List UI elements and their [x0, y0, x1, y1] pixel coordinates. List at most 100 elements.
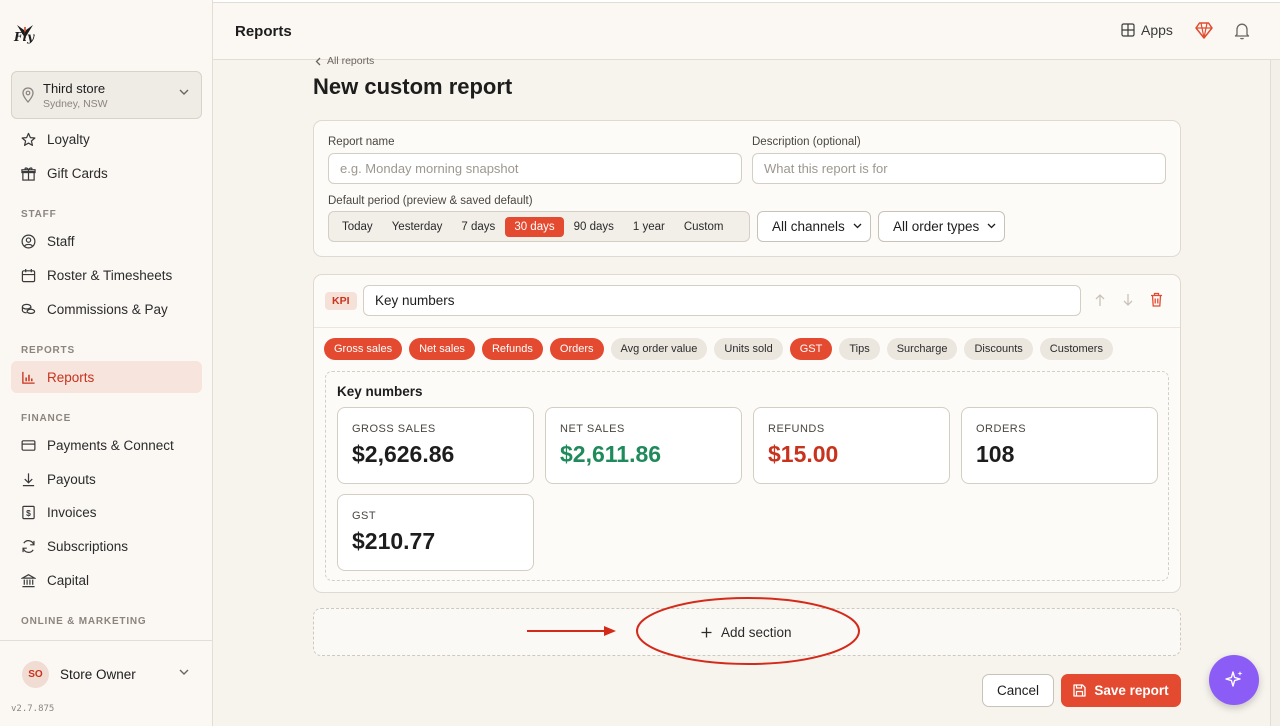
kpi-value: 108	[976, 441, 1015, 467]
move-down-icon[interactable]	[1122, 293, 1134, 307]
period-selector: Today Yesterday 7 days 30 days 90 days 1…	[328, 211, 750, 242]
metric-chip-gross-sales[interactable]: Gross sales	[324, 338, 403, 360]
apps-label: Apps	[1141, 22, 1173, 38]
kpi-label: NET SALES	[560, 423, 625, 435]
metric-chip-orders[interactable]: Orders	[549, 338, 604, 360]
sidebar-item-staff[interactable]: Staff	[11, 225, 202, 257]
store-name: Third store	[43, 81, 106, 96]
user-name: Store Owner	[60, 667, 136, 682]
kpi-value: $210.77	[352, 528, 436, 554]
page-title: New custom report	[313, 74, 513, 99]
period-7-days[interactable]: 7 days	[452, 217, 504, 237]
save-report-label: Save report	[1094, 683, 1169, 698]
sidebar-item-payments[interactable]: Payments & Connect	[11, 429, 202, 461]
nav-heading-finance: FINANCE	[21, 413, 72, 424]
channel-select[interactable]: All channels	[757, 211, 871, 242]
breadcrumb[interactable]: All reports	[315, 55, 374, 67]
coins-icon	[21, 303, 36, 314]
sidebar-item-label: Invoices	[47, 504, 97, 520]
sidebar-item-label: Loyalty	[47, 131, 90, 147]
metric-chip-avg-order-value[interactable]: Avg order value	[610, 338, 708, 360]
metric-chips: Gross sales Net sales Refunds Orders Avg…	[324, 338, 1120, 360]
trash-icon[interactable]	[1150, 292, 1163, 307]
save-icon	[1073, 684, 1086, 697]
star-icon	[21, 132, 36, 146]
sidebar-item-commissions[interactable]: Commissions & Pay	[11, 293, 202, 325]
breadcrumb-link[interactable]: All reports	[327, 55, 374, 67]
avatar: SO	[22, 661, 49, 688]
metric-chip-discounts[interactable]: Discounts	[964, 338, 1033, 360]
period-label: Default period (preview & saved default)	[328, 195, 533, 207]
cancel-button[interactable]: Cancel	[982, 674, 1054, 707]
metric-chip-gst[interactable]: GST	[789, 338, 833, 360]
kpi-label: GROSS SALES	[352, 423, 436, 435]
kpi-label: REFUNDS	[768, 423, 825, 435]
metric-chip-tips[interactable]: Tips	[839, 338, 880, 360]
refresh-icon	[22, 539, 35, 553]
section-name-input[interactable]: Key numbers	[363, 285, 1081, 316]
sidebar-item-label: Subscriptions	[47, 538, 129, 554]
report-name-input[interactable]: e.g. Monday morning snapshot	[328, 153, 742, 184]
sidebar-item-reports[interactable]: Reports	[11, 361, 202, 393]
header-title: Reports	[235, 23, 292, 40]
order-type-select[interactable]: All order types	[878, 211, 1005, 242]
sidebar-item-invoices[interactable]: $ Invoices	[11, 496, 202, 528]
nav-heading-staff: STAFF	[21, 209, 57, 220]
kpi-card-gst: GST $210.77	[337, 494, 534, 571]
calendar-icon	[21, 268, 36, 282]
period-custom[interactable]: Custom	[675, 217, 733, 237]
user-menu[interactable]: SO Store Owner v2.7.875	[0, 640, 212, 726]
chevron-down-icon	[853, 223, 862, 229]
metric-chip-net-sales[interactable]: Net sales	[409, 338, 475, 360]
sidebar-item-label: Commissions & Pay	[47, 301, 168, 317]
order-type-value: All order types	[893, 219, 980, 234]
sidebar-item-label: Payments & Connect	[47, 437, 174, 453]
sidebar-item-gift-cards[interactable]: Gift Cards	[11, 157, 202, 189]
move-up-icon[interactable]	[1094, 293, 1106, 307]
kpi-value: $2,611.86	[560, 441, 662, 467]
sidebar-item-capital[interactable]: Capital	[11, 564, 202, 596]
bell-icon[interactable]	[1234, 22, 1250, 40]
sidebar-item-subscriptions[interactable]: Subscriptions	[11, 530, 202, 562]
invoice-icon: $	[22, 505, 35, 519]
kpi-card-net-sales: NET SALES $2,611.86	[545, 407, 742, 484]
ai-assistant-button[interactable]	[1209, 655, 1259, 705]
save-report-button[interactable]: Save report	[1061, 674, 1181, 707]
download-icon	[22, 472, 35, 486]
sidebar-item-label: Payouts	[47, 471, 96, 487]
store-switcher[interactable]: Third store Sydney, NSW	[11, 71, 202, 119]
page-scrollbar[interactable]	[1270, 60, 1280, 726]
apps-button[interactable]: Apps	[1121, 22, 1173, 38]
description-input[interactable]: What this report is for	[752, 153, 1166, 184]
channel-value: All channels	[772, 219, 845, 234]
chevron-down-icon	[987, 223, 996, 229]
period-yesterday[interactable]: Yesterday	[383, 217, 452, 237]
kpi-label: ORDERS	[976, 423, 1027, 435]
app-version: v2.7.875	[11, 704, 55, 714]
description-label: Description (optional)	[752, 136, 861, 148]
preview-title: Key numbers	[337, 384, 423, 399]
top-header: Reports Apps	[213, 3, 1280, 60]
metric-chip-refunds[interactable]: Refunds	[481, 338, 543, 360]
metric-chip-surcharge[interactable]: Surcharge	[886, 338, 958, 360]
kpi-section-card: KPI Key numbers Gross sales Net sales Re…	[313, 274, 1181, 593]
period-90-days[interactable]: 90 days	[565, 217, 623, 237]
logo-text: Fly	[14, 30, 35, 44]
period-1-year[interactable]: 1 year	[624, 217, 674, 237]
metric-chip-customers[interactable]: Customers	[1039, 338, 1113, 360]
metric-chip-units-sold[interactable]: Units sold	[714, 338, 783, 360]
nav-heading-marketing: ONLINE & MARKETING	[21, 616, 147, 627]
annotation-arrow-circle	[527, 597, 860, 665]
gem-icon[interactable]	[1195, 22, 1213, 39]
chevron-down-icon	[179, 89, 189, 95]
section-preview: Key numbers GROSS SALES $2,626.86 NET SA…	[325, 371, 1169, 581]
bank-icon	[21, 573, 36, 587]
period-today[interactable]: Today	[333, 217, 382, 237]
sidebar-item-roster[interactable]: Roster & Timesheets	[11, 259, 202, 291]
sidebar-item-label: Roster & Timesheets	[47, 267, 173, 283]
sidebar-item-label: Reports	[47, 369, 95, 385]
sidebar-item-label: Gift Cards	[47, 165, 108, 181]
period-30-days[interactable]: 30 days	[505, 216, 564, 237]
sidebar-item-payouts[interactable]: Payouts	[11, 463, 202, 495]
sidebar-item-loyalty[interactable]: Loyalty	[11, 123, 202, 155]
